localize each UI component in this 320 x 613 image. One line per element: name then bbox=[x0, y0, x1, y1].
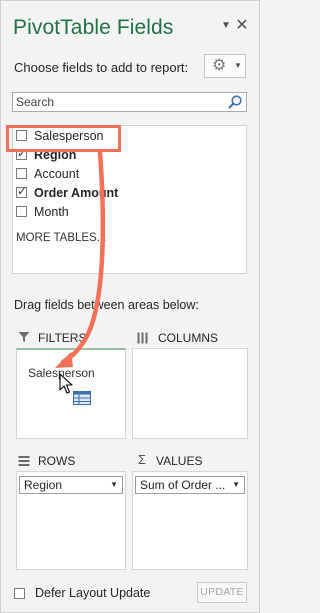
search-field[interactable]: Search bbox=[12, 92, 247, 112]
update-button[interactable]: UPDATE bbox=[197, 582, 247, 603]
columns-drop-area[interactable] bbox=[132, 348, 248, 439]
filters-area-title: FILTERS bbox=[38, 331, 87, 345]
columns-area-title: COLUMNS bbox=[158, 331, 219, 345]
values-field-sum-order-amount[interactable]: Sum of Order ... ▼ bbox=[135, 476, 245, 494]
field-label: Month bbox=[34, 205, 69, 219]
checkmark-icon: ✓ bbox=[17, 184, 28, 198]
chevron-down-icon[interactable]: ▼ bbox=[110, 477, 118, 493]
search-placeholder: Search bbox=[16, 95, 55, 109]
gear-icon: ⚙ bbox=[212, 57, 227, 74]
values-field-label: Sum of Order ... bbox=[140, 478, 226, 492]
rows-field-label: Region bbox=[24, 478, 63, 492]
drag-areas-label: Drag fields between areas below: bbox=[14, 298, 199, 312]
defer-checkbox[interactable] bbox=[14, 588, 25, 599]
search-icon[interactable] bbox=[227, 94, 243, 110]
pane-options-caret-icon[interactable]: ▼ bbox=[219, 19, 233, 33]
mouse-cursor-icon bbox=[59, 373, 73, 394]
choose-fields-label: Choose fields to add to report: bbox=[14, 60, 189, 75]
field-label: Order Amount bbox=[34, 186, 119, 200]
field-checkbox[interactable]: ✓ bbox=[16, 184, 28, 198]
values-drop-area[interactable]: Sum of Order ... ▼ bbox=[132, 471, 248, 570]
more-tables-link[interactable]: MORE TABLES... bbox=[16, 232, 106, 244]
pivottable-fields-pane: PivotTable Fields ▼ ✕ Choose fields to a… bbox=[0, 0, 260, 613]
field-checkbox[interactable] bbox=[16, 168, 27, 179]
chevron-down-icon: ▼ bbox=[234, 61, 242, 70]
rows-drop-area[interactable]: Region ▼ bbox=[16, 471, 126, 570]
tools-button[interactable]: ⚙ ▼ bbox=[204, 54, 246, 78]
chevron-down-icon[interactable]: ▼ bbox=[232, 477, 240, 493]
field-label: Account bbox=[34, 167, 80, 181]
columns-icon bbox=[137, 332, 148, 344]
field-checkbox[interactable] bbox=[16, 206, 27, 217]
filter-icon bbox=[18, 332, 30, 342]
rows-area-title: ROWS bbox=[38, 454, 76, 468]
highlight-annotation bbox=[6, 125, 121, 152]
rows-field-region[interactable]: Region ▼ bbox=[19, 476, 123, 494]
drag-field-icon bbox=[73, 391, 91, 405]
pane-title: PivotTable Fields bbox=[13, 16, 174, 39]
sigma-icon: Σ bbox=[138, 452, 147, 467]
values-area-title: VALUES bbox=[156, 454, 203, 468]
close-icon[interactable]: ✕ bbox=[235, 18, 249, 34]
defer-label: Defer Layout Update bbox=[35, 586, 151, 600]
rows-icon bbox=[18, 456, 30, 466]
